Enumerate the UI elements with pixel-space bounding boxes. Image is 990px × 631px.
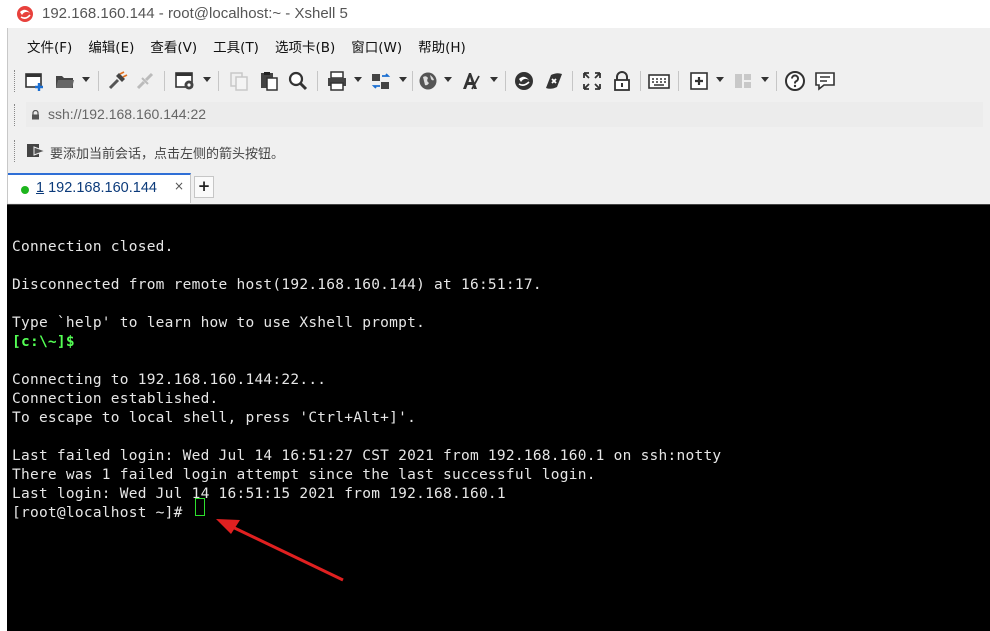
open-dropdown-icon[interactable] bbox=[82, 77, 90, 82]
layout-dropdown-icon[interactable] bbox=[761, 77, 769, 82]
tab-number: 1 bbox=[36, 180, 45, 196]
reconnect-icon[interactable] bbox=[106, 70, 128, 92]
tab-label: 1 192.168.160.144 bbox=[36, 180, 157, 196]
menu-bar: 文件(F) 编辑(E) 查看(V) 工具(T) 选项卡(B) 窗口(W) 帮助(… bbox=[18, 37, 473, 59]
menu-edit[interactable]: 编辑(E) bbox=[79, 37, 141, 59]
title-bar: 192.168.160.144 - root@localhost:~ - Xsh… bbox=[0, 0, 990, 28]
session-hint-bar: 要添加当前会话，点击左侧的箭头按钮。 bbox=[14, 136, 984, 166]
find-icon[interactable] bbox=[287, 70, 309, 92]
menu-view[interactable]: 查看(V) bbox=[141, 37, 204, 59]
properties-dropdown-icon[interactable] bbox=[203, 77, 211, 82]
toolbar-grip[interactable] bbox=[14, 70, 17, 92]
paste-icon[interactable] bbox=[258, 70, 280, 92]
toolbar-separator bbox=[98, 71, 99, 91]
transfer-dropdown-icon[interactable] bbox=[399, 77, 407, 82]
add-tab-icon[interactable] bbox=[688, 70, 710, 92]
menu-tools[interactable]: 工具(T) bbox=[204, 37, 266, 59]
layout-icon[interactable] bbox=[732, 70, 754, 92]
keyboard-icon[interactable] bbox=[648, 70, 670, 92]
lock-icon bbox=[32, 110, 39, 120]
toolbar-separator bbox=[218, 71, 219, 91]
transfer-icon[interactable] bbox=[370, 70, 392, 92]
hint-bar-grip[interactable] bbox=[14, 140, 17, 162]
open-folder-icon[interactable] bbox=[54, 70, 76, 92]
menu-file[interactable]: 文件(F) bbox=[18, 37, 79, 59]
add-session-arrow-icon[interactable] bbox=[26, 142, 46, 160]
disconnect-icon[interactable] bbox=[134, 70, 156, 92]
globe-icon[interactable] bbox=[417, 70, 439, 92]
copy-icon[interactable] bbox=[228, 70, 250, 92]
xmanager-icon[interactable] bbox=[543, 70, 565, 92]
tab-close-icon[interactable]: × bbox=[174, 179, 184, 193]
tab-host: 192.168.160.144 bbox=[48, 180, 157, 196]
address-bar-grip[interactable] bbox=[14, 104, 17, 126]
xftp-icon[interactable] bbox=[513, 70, 535, 92]
toolbar-separator bbox=[412, 71, 413, 91]
xshell-logo-icon bbox=[17, 6, 33, 22]
add-tab-dropdown-icon[interactable] bbox=[716, 77, 724, 82]
print-dropdown-icon[interactable] bbox=[354, 77, 362, 82]
new-tab-button[interactable]: + bbox=[194, 176, 214, 198]
tab-strip: 1 192.168.160.144 × + bbox=[8, 173, 990, 203]
toolbar-separator bbox=[776, 71, 777, 91]
chat-icon[interactable] bbox=[814, 70, 836, 92]
terminal-output[interactable]: [root@localhost ~]# Last login: Wed Jul … bbox=[7, 204, 990, 631]
toolbar-separator bbox=[164, 71, 165, 91]
font-dropdown-icon[interactable] bbox=[490, 77, 498, 82]
address-value[interactable]: ssh://192.168.160.144:22 bbox=[48, 106, 206, 122]
font-icon[interactable] bbox=[460, 70, 482, 92]
print-icon[interactable] bbox=[326, 70, 348, 92]
globe-dropdown-icon[interactable] bbox=[444, 77, 452, 82]
help-icon[interactable] bbox=[784, 70, 806, 92]
toolbar bbox=[14, 66, 984, 96]
fullscreen-icon[interactable] bbox=[581, 70, 603, 92]
toolbar-separator bbox=[572, 71, 573, 91]
menu-help[interactable]: 帮助(H) bbox=[409, 37, 473, 59]
menu-tabs[interactable]: 选项卡(B) bbox=[266, 37, 342, 59]
window-title: 192.168.160.144 - root@localhost:~ - Xsh… bbox=[42, 5, 348, 22]
menu-window[interactable]: 窗口(W) bbox=[342, 37, 409, 59]
address-bar: ssh://192.168.160.144:22 bbox=[14, 100, 984, 128]
toolbar-separator bbox=[505, 71, 506, 91]
session-hint-text: 要添加当前会话，点击左侧的箭头按钮。 bbox=[50, 147, 285, 162]
toolbar-separator bbox=[317, 71, 318, 91]
toolbar-separator bbox=[678, 71, 679, 91]
toolbar-separator bbox=[640, 71, 641, 91]
tab-session-1[interactable]: 1 192.168.160.144 × bbox=[8, 173, 191, 203]
connection-status-icon bbox=[21, 186, 29, 194]
new-session-icon[interactable] bbox=[24, 70, 46, 92]
lock-icon[interactable] bbox=[611, 70, 633, 92]
properties-icon[interactable] bbox=[174, 70, 196, 92]
annotation-arrow bbox=[216, 519, 344, 582]
